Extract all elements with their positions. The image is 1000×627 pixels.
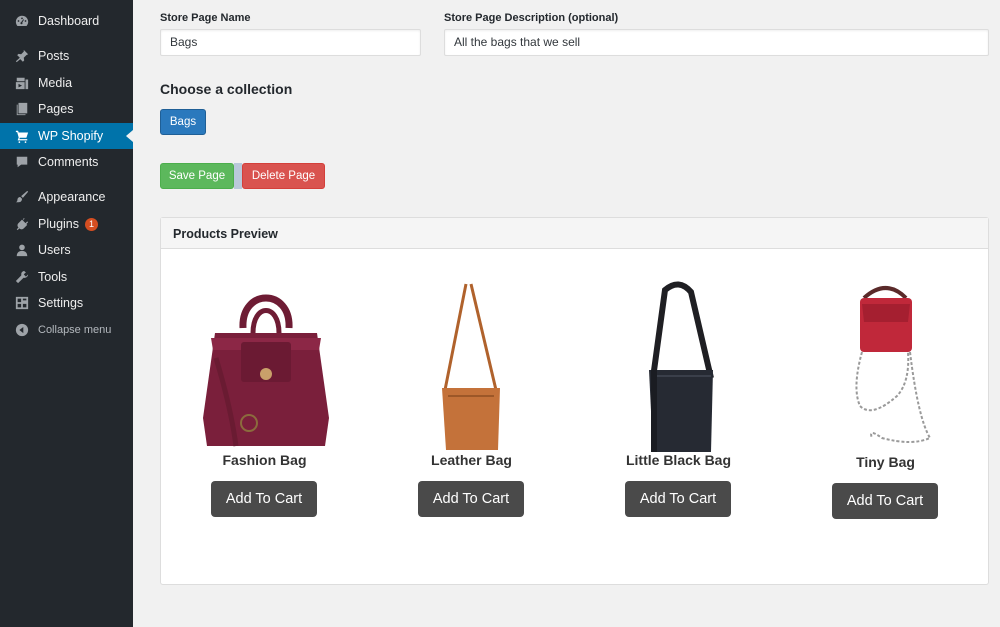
sidebar-item-tools[interactable]: Tools — [0, 264, 133, 290]
sidebar-item-label: Dashboard — [38, 14, 100, 28]
sidebar-item-label: Comments — [38, 155, 99, 169]
sidebar-item-label: Pages — [38, 102, 74, 116]
sidebar-item-users[interactable]: Users — [0, 237, 133, 263]
store-page-description-input[interactable]: All the bags that we sell — [444, 29, 989, 56]
sidebar-item-label: Plugins — [38, 217, 79, 231]
collapse-icon — [14, 322, 30, 338]
sidebar-item-appearance[interactable]: Appearance — [0, 184, 133, 210]
collection-bags-button[interactable]: Bags — [160, 109, 206, 135]
store-page-name-label: Store Page Name — [160, 12, 251, 24]
brush-icon — [14, 189, 30, 205]
dashboard-icon — [14, 13, 30, 29]
save-page-button[interactable]: Save Page — [160, 163, 234, 189]
sidebar-item-media[interactable]: Media — [0, 70, 133, 96]
store-page-name-input[interactable]: Bags — [160, 29, 421, 56]
settings-icon — [14, 295, 30, 311]
little-black-bag-image[interactable] — [595, 278, 762, 468]
sidebar-item-wp-shopify[interactable]: WP Shopify — [0, 123, 133, 149]
product-name: Little Black Bag — [625, 452, 732, 468]
product-card: Leather Bag Add To Cart — [368, 278, 575, 568]
sidebar-item-label: WP Shopify — [38, 129, 104, 143]
delete-page-button[interactable]: Delete Page — [242, 163, 325, 189]
fashion-bag-image[interactable] — [181, 278, 348, 468]
pin-icon — [14, 48, 30, 64]
sidebar-item-posts[interactable]: Posts — [0, 43, 133, 69]
sidebar-item-label: Posts — [38, 49, 70, 63]
user-icon — [14, 242, 30, 258]
product-name: Tiny Bag — [856, 454, 915, 470]
sidebar-item-label: Settings — [38, 296, 84, 310]
add-to-cart-button[interactable]: Add To Cart — [418, 481, 524, 517]
plug-icon — [14, 216, 30, 232]
button-separator — [234, 163, 242, 189]
wrench-icon — [14, 269, 30, 285]
product-name: Leather Bag — [431, 452, 512, 468]
tiny-bag-image[interactable] — [802, 278, 969, 468]
product-card: Tiny Bag Add To Cart — [782, 278, 989, 568]
main-content: Store Page Name Bags Store Page Descript… — [133, 0, 1000, 627]
sidebar-item-comments[interactable]: Comments — [0, 149, 133, 175]
media-icon — [14, 75, 30, 91]
product-card: Little Black Bag Add To Cart — [575, 278, 782, 568]
sidebar-item-label: Appearance — [38, 190, 106, 204]
pages-icon — [14, 101, 30, 117]
add-to-cart-button[interactable]: Add To Cart — [832, 483, 938, 519]
plugin-update-badge: 1 — [85, 217, 98, 231]
collapse-menu-button[interactable]: Collapse menu — [0, 317, 133, 343]
sidebar-item-settings[interactable]: Settings — [0, 290, 133, 316]
admin-sidebar: Dashboard Posts Media Pages WP Shopify C… — [0, 0, 133, 627]
sidebar-item-label: Users — [38, 243, 71, 257]
sidebar-item-plugins[interactable]: Plugins 1 — [0, 211, 133, 237]
add-to-cart-button[interactable]: Add To Cart — [211, 481, 317, 517]
sidebar-item-dashboard[interactable]: Dashboard — [0, 8, 133, 34]
sidebar-item-label: Tools — [38, 270, 68, 284]
sidebar-item-label: Collapse menu — [38, 324, 112, 336]
sidebar-item-label: Media — [38, 76, 73, 90]
products-preview-panel: Products Preview Fashion Bag Add To Cart — [160, 217, 989, 585]
choose-collection-heading: Choose a collection — [160, 81, 293, 97]
store-page-description-label: Store Page Description (optional) — [444, 12, 619, 24]
comment-icon — [14, 154, 30, 170]
product-card: Fashion Bag Add To Cart — [161, 278, 368, 568]
cart-icon — [14, 128, 30, 144]
products-preview-title: Products Preview — [161, 218, 988, 249]
add-to-cart-button[interactable]: Add To Cart — [625, 481, 731, 517]
sidebar-item-pages[interactable]: Pages — [0, 96, 133, 122]
leather-bag-image[interactable] — [388, 278, 555, 468]
product-name: Fashion Bag — [222, 452, 307, 468]
